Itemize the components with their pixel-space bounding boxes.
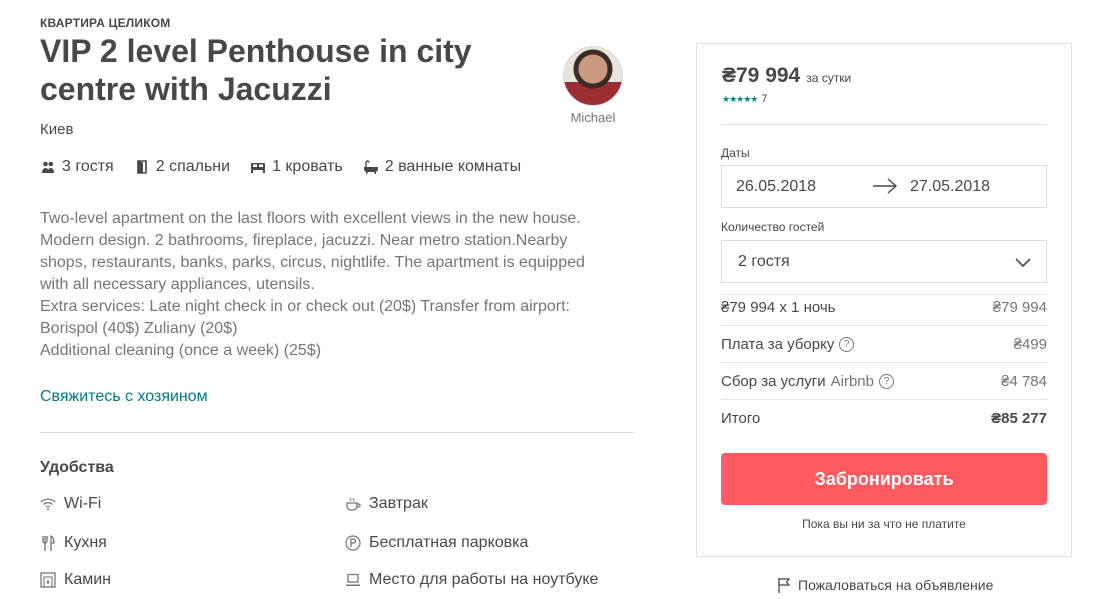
- stat-beds-label: 1 кровать: [272, 158, 343, 175]
- booking-panel: ₴79 994 за сутки ★★★★★ 7 Даты 26.05.2018…: [696, 43, 1072, 557]
- price-amount: ₴79 994: [722, 64, 801, 87]
- price-unit: за сутки: [806, 71, 852, 85]
- price-line-label: Итого: [721, 410, 761, 427]
- check-out-date[interactable]: 27.05.2018: [910, 178, 990, 196]
- price-line-label: Сбор за услуги: [721, 373, 826, 390]
- stat-bathrooms: 2 ванные комнаты: [363, 158, 521, 176]
- amenity-fireplace: Камин: [40, 571, 111, 589]
- price-line-cleaning: Плата за уборку ? ₴499: [721, 336, 1047, 353]
- guests-icon: [40, 159, 56, 175]
- divider: [721, 325, 1047, 326]
- price-line-value: ₴79 994: [992, 299, 1047, 316]
- stat-guests: 3 гостя: [40, 158, 114, 176]
- contact-host-link[interactable]: Свяжитесь с хозяином: [40, 388, 208, 406]
- bed-icon: [250, 159, 266, 175]
- stat-bathrooms-label: 2 ванные комнаты: [384, 158, 522, 175]
- dates-picker[interactable]: 26.05.2018 27.05.2018: [721, 165, 1047, 208]
- price-line-label: Плата за уборку: [721, 336, 835, 353]
- coffee-icon: [345, 496, 361, 512]
- host-name[interactable]: Michael: [562, 110, 624, 125]
- rating-stars: ★★★★★: [722, 93, 758, 104]
- guests-select[interactable]: 2 гостя: [721, 240, 1047, 283]
- divider: [721, 294, 1047, 295]
- stat-guests-label: 3 гостя: [62, 158, 114, 175]
- kitchen-icon: [40, 535, 56, 551]
- stat-bedrooms: 2 спальни: [134, 158, 230, 176]
- price-line-value: ₴4 784: [1001, 373, 1047, 390]
- amenity-kitchen: Кухня: [40, 534, 107, 552]
- guests-value: 2 гостя: [738, 253, 790, 270]
- price-line-label-suffix: Airbnb: [830, 373, 874, 390]
- price-line-service-fee: Сбор за услуги Airbnb ? ₴4 784: [721, 373, 1047, 390]
- description-line: with all necessary appliances, utensils.: [40, 276, 315, 293]
- description-line: Additional cleaning (once a week) (25$): [40, 342, 322, 359]
- reviews-count: 7: [761, 93, 768, 105]
- description-line: Borispol (40$) Zuliany (20$): [40, 320, 238, 337]
- help-icon[interactable]: ?: [878, 374, 894, 389]
- divider: [721, 124, 1047, 125]
- help-icon[interactable]: ?: [839, 337, 855, 352]
- description-line: Extra services: Late night check in or c…: [40, 298, 570, 315]
- listing-stats: 3 гостя 2 спальни 1 кровать 2 ванные ком…: [40, 158, 521, 176]
- avatar[interactable]: [563, 46, 623, 106]
- price-line-label-group: Сбор за услуги Airbnb ?: [721, 373, 894, 390]
- amenity-parking: Бесплатная парковка: [345, 534, 528, 552]
- wifi-icon: [40, 496, 56, 512]
- amenity-label: Завтрак: [369, 495, 428, 512]
- chevron-down-icon: [1014, 253, 1032, 276]
- price-line-label-group: Плата за уборку ?: [721, 336, 855, 353]
- amenities-heading: Удобства: [40, 459, 114, 476]
- description-line: Modern design. 2 bathrooms, fireplace, j…: [40, 232, 568, 249]
- amenity-label: Wi-Fi: [64, 495, 102, 512]
- listing-type: КВАРТИРА ЦЕЛИКОМ: [40, 16, 171, 30]
- divider: [721, 399, 1047, 400]
- book-button[interactable]: Забронировать: [721, 453, 1047, 505]
- divider: [40, 432, 635, 433]
- amenity-label: Кухня: [64, 534, 107, 551]
- price-line-value: ₴85 277: [991, 410, 1047, 427]
- amenity-label: Бесплатная парковка: [369, 534, 529, 551]
- listing-description: Two-level apartment on the last floors w…: [40, 208, 635, 362]
- price-line-total: Итого ₴85 277: [721, 410, 1047, 427]
- amenity-breakfast: Завтрак: [345, 495, 428, 513]
- price-line-nights: ₴79 994 x 1 ночь ₴79 994: [721, 299, 1047, 316]
- parking-icon: [345, 535, 361, 551]
- report-listing-link[interactable]: Пожаловаться на объявление: [776, 577, 993, 593]
- guests-label: Количество гостей: [721, 220, 825, 234]
- bathtub-icon: [363, 159, 379, 175]
- report-label[interactable]: Пожаловаться на объявление: [798, 577, 993, 593]
- listing-city: Киев: [40, 121, 74, 138]
- amenity-wifi: Wi-Fi: [40, 495, 101, 513]
- price-block: ₴79 994 за сутки: [722, 64, 851, 88]
- stat-bedrooms-label: 2 спальни: [155, 158, 231, 175]
- price-line-value: ₴499: [1013, 336, 1047, 353]
- amenity-workspace: Место для работы на ноутбуке: [345, 571, 598, 589]
- description-line: Two-level apartment on the last floors w…: [40, 210, 581, 227]
- host-profile[interactable]: Michael: [562, 46, 624, 125]
- laptop-icon: [345, 572, 361, 588]
- stat-beds: 1 кровать: [250, 158, 343, 176]
- no-charge-note: Пока вы ни за что не платите: [802, 517, 966, 531]
- check-in-date[interactable]: 26.05.2018: [736, 178, 816, 196]
- fireplace-icon: [40, 572, 56, 588]
- flag-icon: [776, 577, 792, 593]
- arrow-right-icon: [872, 175, 898, 202]
- description-line: shops, restaurants, banks, parks, circus…: [40, 254, 585, 271]
- price-line-label: ₴79 994 x 1 ночь: [721, 299, 836, 316]
- listing-title: VIP 2 level Penthouse in city centre wit…: [40, 33, 472, 107]
- dates-label: Даты: [721, 146, 750, 160]
- door-icon: [134, 159, 150, 175]
- rating[interactable]: ★★★★★ 7: [722, 93, 767, 105]
- amenity-label: Камин: [64, 571, 111, 588]
- divider: [721, 362, 1047, 363]
- amenity-label: Место для работы на ноутбуке: [369, 571, 599, 588]
